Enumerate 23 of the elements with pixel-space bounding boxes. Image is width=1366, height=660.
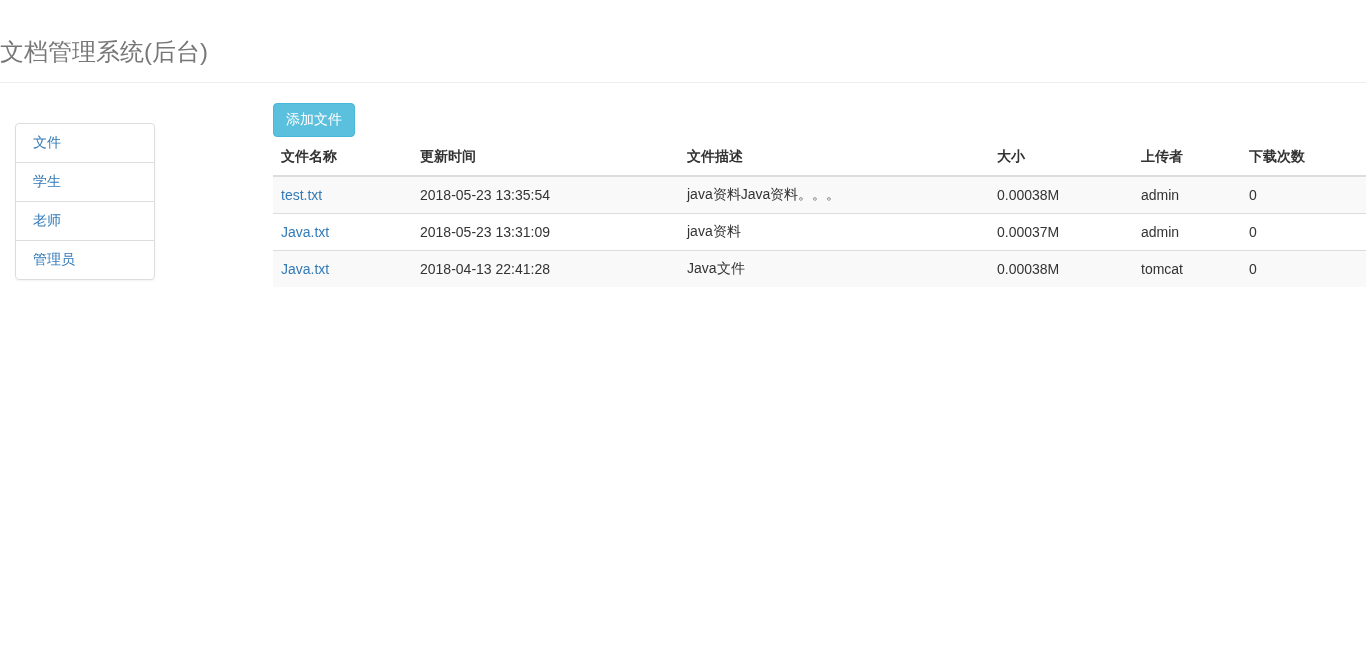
file-name-link[interactable]: Java.txt	[281, 261, 330, 277]
table-cell: 0	[1241, 176, 1366, 214]
table-cell: Java文件	[679, 250, 989, 287]
table-cell: 2018-04-13 22:41:28	[412, 250, 679, 287]
table-cell: 2018-05-23 13:31:09	[412, 213, 679, 251]
table-cell: 2018-05-23 13:35:54	[412, 176, 679, 214]
sidebar-link[interactable]: 文件	[33, 134, 61, 152]
table-cell: 0.00037M	[989, 213, 1133, 251]
sidebar-link[interactable]: 学生	[33, 173, 61, 191]
table-cell: java资料Java资料。。。	[679, 176, 989, 214]
page-title: 文档管理系统(后台)	[0, 37, 209, 67]
table-cell: 0.00038M	[989, 176, 1133, 214]
table-cell: admin	[1133, 176, 1241, 214]
sidebar-link[interactable]: 老师	[33, 212, 61, 230]
table-cell: admin	[1133, 213, 1241, 251]
table-cell: tomcat	[1133, 250, 1241, 287]
table-cell: 0	[1241, 213, 1366, 251]
table-cell: 0.00038M	[989, 250, 1133, 287]
table-cell: 0	[1241, 250, 1366, 287]
sidebar-link[interactable]: 管理员	[33, 251, 75, 269]
file-name-link[interactable]: Java.txt	[281, 224, 330, 240]
file-name-link[interactable]: test.txt	[281, 187, 323, 203]
table-cell: java资料	[679, 213, 989, 251]
